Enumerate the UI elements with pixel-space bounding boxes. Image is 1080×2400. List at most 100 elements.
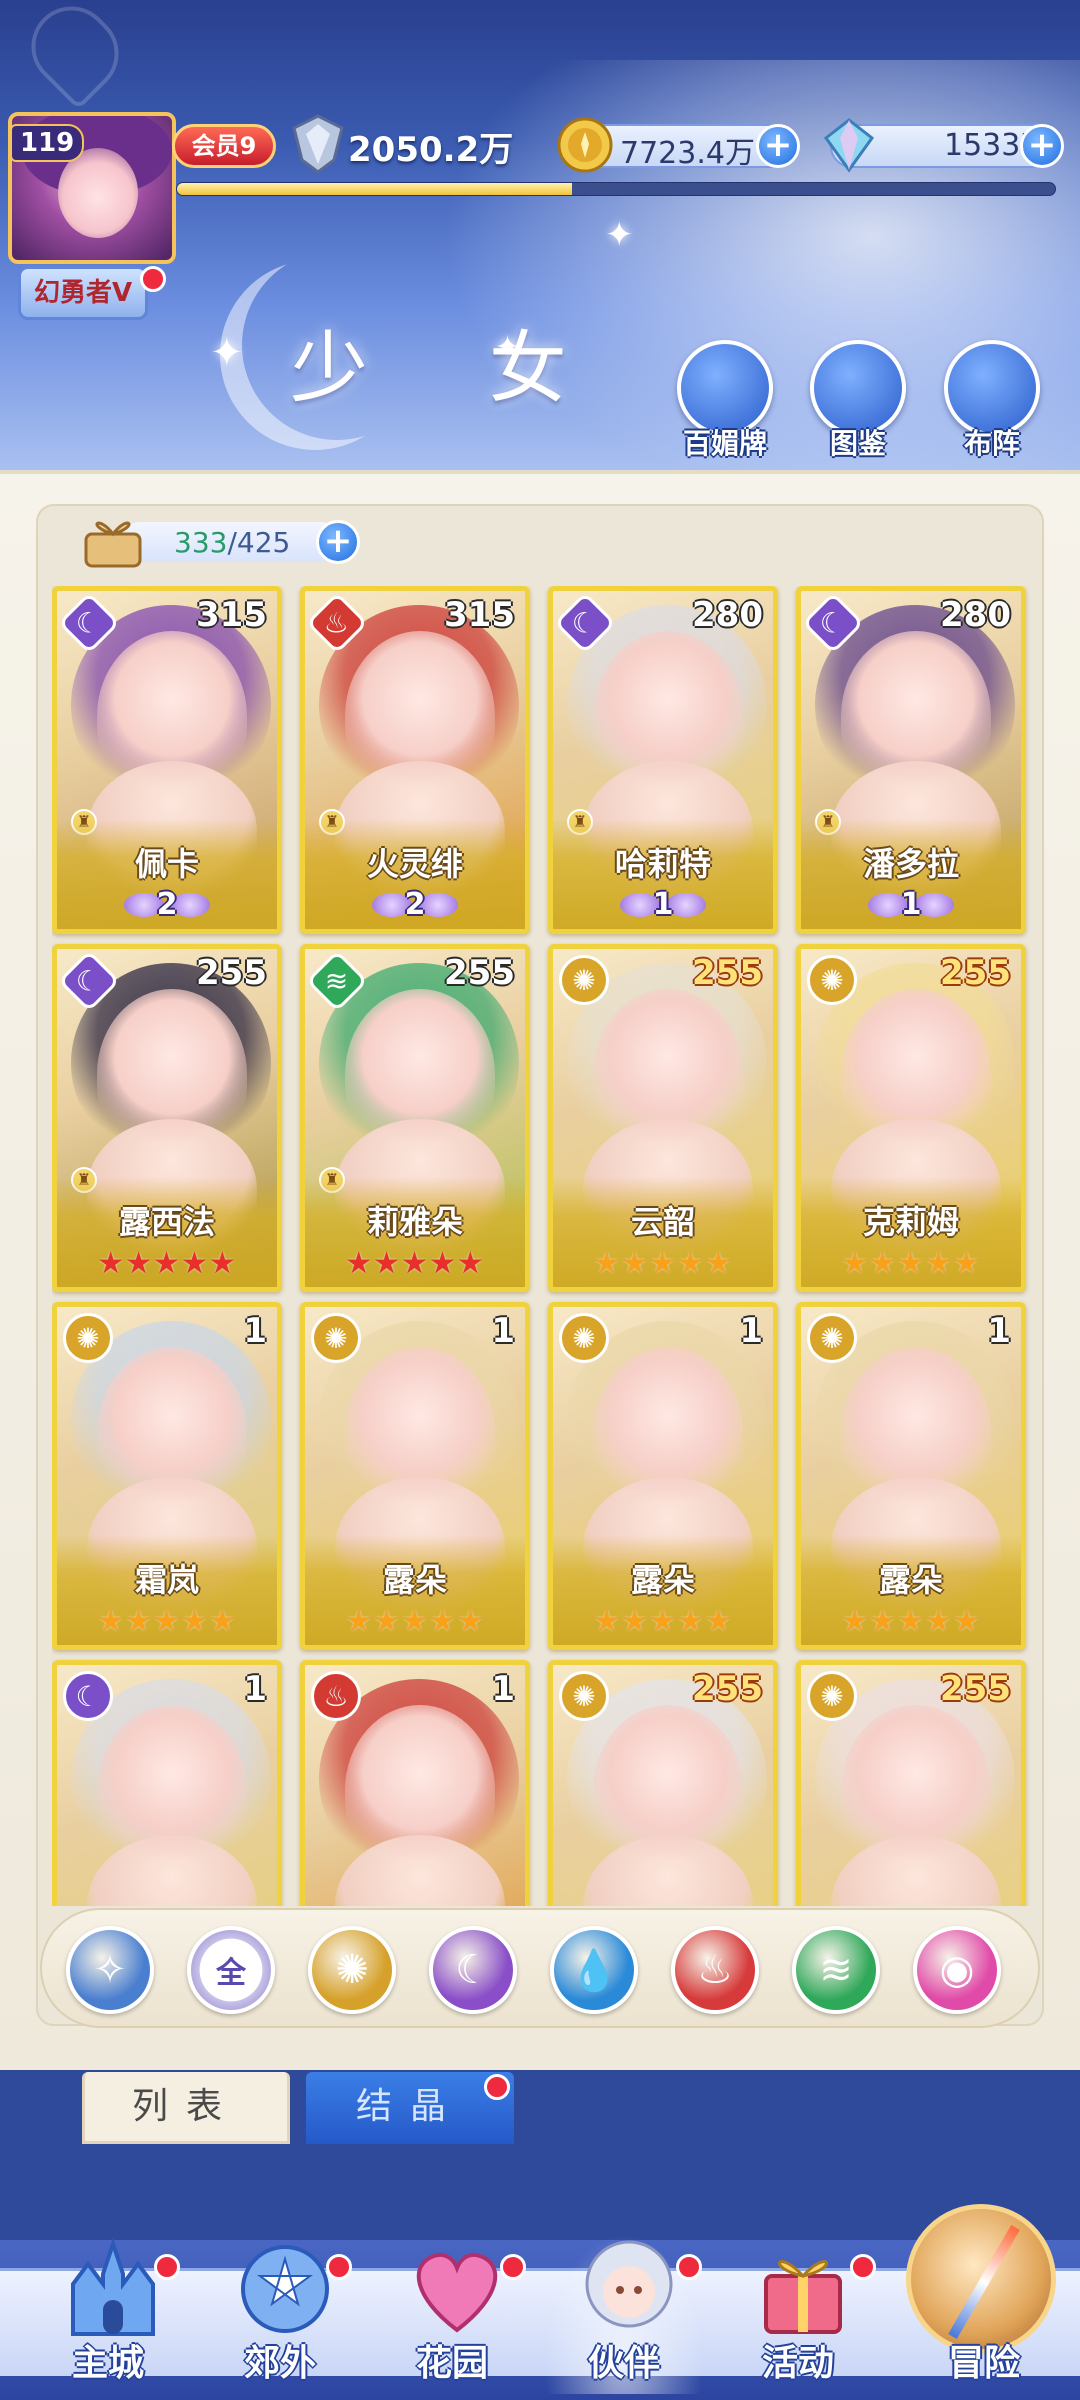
character-name: 佩卡	[134, 845, 199, 883]
star-compass-icon: ✧	[93, 1947, 127, 1993]
character-card[interactable]: ♨315♜火灵绯2	[300, 586, 530, 934]
filter-light-button[interactable]: ◉	[913, 1926, 1001, 2014]
star-icon: ★	[676, 1604, 705, 1639]
character-level: 1	[987, 1311, 1011, 1351]
filter-star-button[interactable]: ✧	[66, 1926, 154, 2014]
character-level: 1	[739, 1311, 763, 1351]
character-card[interactable]: ☾315♜佩卡2	[52, 586, 282, 934]
character-name: 哈莉特	[614, 845, 711, 883]
awaken-badge: 1	[620, 887, 706, 923]
character-name: 霜岚	[134, 1561, 199, 1599]
star-icon: ★	[649, 1604, 677, 1639]
expand-capacity-button[interactable]: +	[316, 520, 360, 564]
gift-box-icon	[764, 2260, 842, 2334]
nav-label: 花园	[415, 2343, 488, 2384]
element-filter-bar: ✧ 全 ✺ ☾ 💧 ♨ ≋ ◉	[40, 1908, 1040, 2028]
gallery-button[interactable]: 图鉴	[803, 340, 913, 462]
star-rating: ★★★★★	[553, 1246, 773, 1281]
character-card[interactable]: ☾255♜露西法★★★★★	[52, 944, 282, 1292]
capacity-text: 333/425	[174, 526, 291, 559]
card-deck-button[interactable]: 百媚牌	[670, 340, 780, 462]
castle-icon	[71, 2237, 155, 2336]
tab-list[interactable]: 列表	[82, 2072, 290, 2144]
character-name: 露西法	[118, 1203, 215, 1241]
player-level: 119	[10, 124, 85, 162]
moon-element-icon: ☾	[63, 1671, 113, 1721]
star-icon: ★	[676, 1246, 705, 1281]
heart-decoration	[14, 0, 136, 111]
water-drop-icon: 💧	[569, 1947, 619, 1994]
filter-water-button[interactable]: 💧	[550, 1926, 638, 2014]
combat-power-icon	[292, 114, 344, 174]
character-card[interactable]: ✺ 255	[548, 1660, 778, 1906]
magic-gate-icon	[241, 2245, 329, 2333]
player-name[interactable]: 幻勇者V	[18, 266, 148, 320]
formation-button[interactable]: 布阵	[937, 340, 1047, 462]
filter-fire-button[interactable]: ♨	[671, 1926, 759, 2014]
gem-icon	[823, 118, 875, 173]
moon-icon: ☾	[455, 1947, 491, 1993]
nav-label: 伙伴	[587, 2343, 660, 2384]
sun-icon: ✺	[335, 1947, 369, 1993]
vip-badge[interactable]: 会员9	[172, 124, 276, 168]
nav-label: 活动	[761, 2343, 834, 2384]
star-icon: ★	[897, 1246, 925, 1281]
tab-crystal[interactable]: 结晶	[306, 2072, 514, 2144]
star-icon: ★	[924, 1246, 953, 1281]
star-icon: ★	[841, 1246, 870, 1281]
star-rating: ★★★★★	[57, 1604, 277, 1639]
character-card[interactable]: ✺ 1 露朵 ★★★★★	[796, 1302, 1026, 1650]
awaken-badge: 1	[868, 887, 954, 923]
filter-all-button[interactable]: 全	[187, 1926, 275, 2014]
nav-label: 主城	[71, 2343, 144, 2384]
filter-wind-button[interactable]: ≋	[792, 1926, 880, 2014]
nav-label: 郊外	[243, 2343, 316, 2384]
filter-moon-button[interactable]: ☾	[429, 1926, 517, 2014]
character-card[interactable]: ♨ 1	[300, 1660, 530, 1906]
star-icon: ★	[869, 1604, 898, 1639]
add-gem-button[interactable]: +	[1020, 124, 1064, 168]
character-card[interactable]: ☾ 1	[52, 1660, 282, 1906]
character-name: 克莉姆	[862, 1203, 959, 1241]
nav-adventure-label-wrap[interactable]: 冒险	[904, 2234, 1064, 2394]
filter-sun-button[interactable]: ✺	[308, 1926, 396, 2014]
character-card[interactable]: ✺ 255	[796, 1660, 1026, 1906]
character-card[interactable]: ☾280♜潘多拉1	[796, 586, 1026, 934]
gold-coin-icon	[557, 117, 613, 173]
awaken-count: 2	[404, 887, 426, 922]
star-icon: ★	[373, 1604, 402, 1639]
star-icon: ★	[345, 1604, 374, 1639]
experience-bar	[176, 182, 1056, 196]
star-rating: ★★★★★	[801, 1246, 1021, 1281]
star-icon: ★	[869, 1246, 898, 1281]
star-icon: ★	[593, 1246, 622, 1281]
awaken-count: 1	[652, 887, 674, 922]
character-card[interactable]: ✺ 255 克莉姆 ★★★★★	[796, 944, 1026, 1292]
add-gold-button[interactable]: +	[756, 124, 800, 168]
sun-element-icon: ✺	[311, 1313, 361, 1363]
sun-element-icon: ✺	[807, 955, 857, 1005]
star-icon: ★	[621, 1604, 650, 1639]
star-icon: ★	[704, 1604, 733, 1639]
character-level: 315	[196, 595, 267, 635]
character-card[interactable]: ✺ 1 露朵 ★★★★★	[300, 1302, 530, 1650]
character-card[interactable]: ≋255♜莉雅朵★★★★★	[300, 944, 530, 1292]
star-icon: ★	[952, 1604, 981, 1639]
character-card[interactable]: ✺ 1 露朵 ★★★★★	[548, 1302, 778, 1650]
star-icon: ★	[153, 1246, 181, 1281]
star-rating: ★★★★★	[305, 1604, 525, 1639]
character-level: 255	[444, 953, 515, 993]
sun-element-icon: ✺	[807, 1671, 857, 1721]
character-card[interactable]: ☾280♜哈莉特1	[548, 586, 778, 934]
star-icon: ★	[345, 1246, 374, 1281]
character-level: 315	[444, 595, 515, 635]
star-icon: ★	[704, 1246, 733, 1281]
sun-element-icon: ✺	[559, 955, 609, 1005]
character-card[interactable]: ✺ 1 霜岚 ★★★★★	[52, 1302, 282, 1650]
card-deck-label: 百媚牌	[682, 427, 767, 460]
character-level: 280	[940, 595, 1011, 635]
sparkle-icon: ✦	[210, 330, 244, 376]
sun-element-icon: ✺	[559, 1671, 609, 1721]
character-card[interactable]: ✺ 255 云韶 ★★★★★	[548, 944, 778, 1292]
star-icon: ★	[952, 1246, 981, 1281]
